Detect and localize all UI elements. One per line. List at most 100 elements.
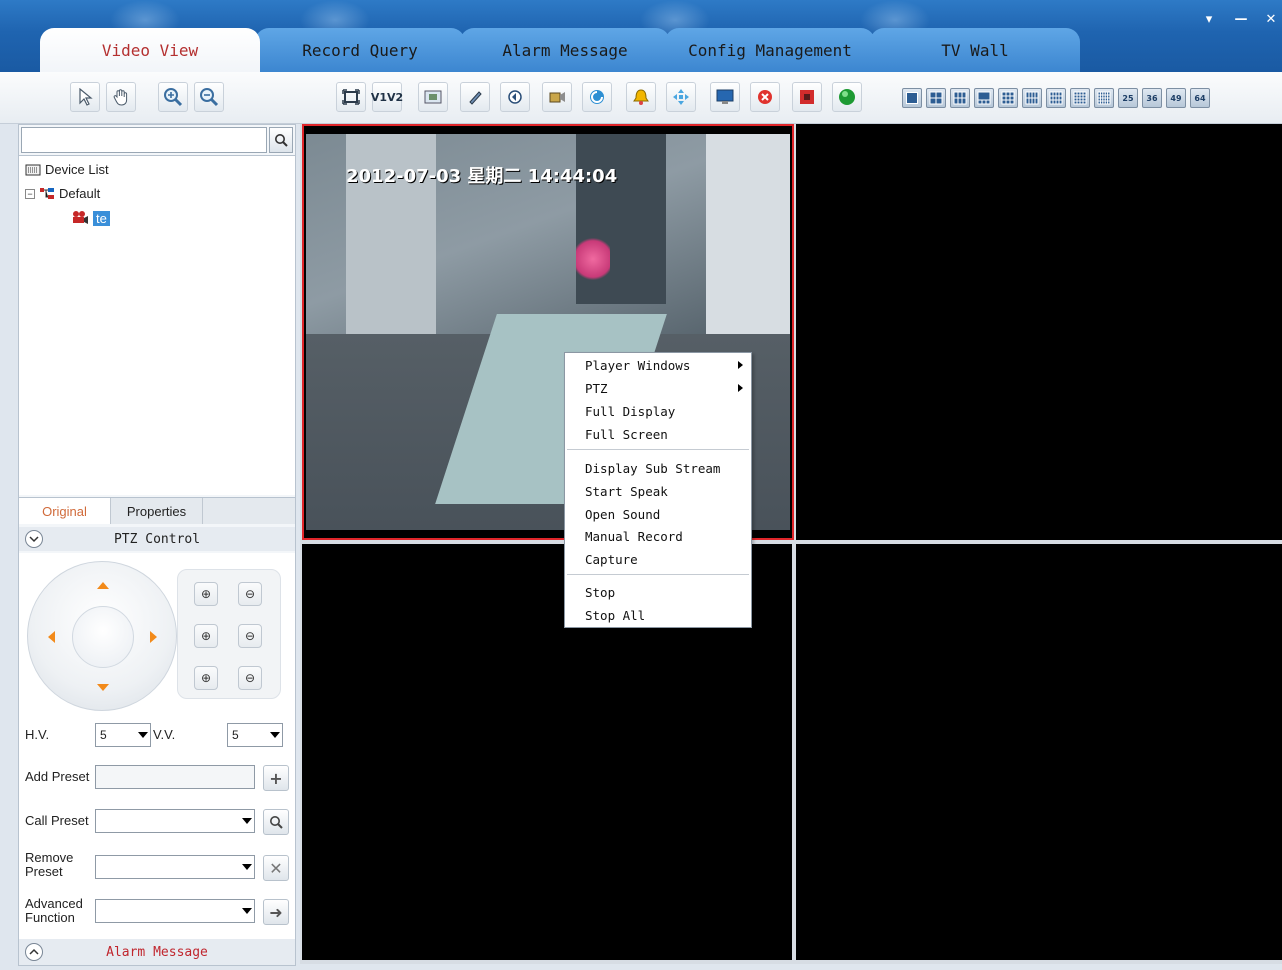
layout-4-icon[interactable] [926,88,946,108]
stop-all-icon[interactable] [792,82,822,112]
menu-item-full-display[interactable]: Full Display [585,401,675,421]
close-button[interactable]: ✕ [1260,8,1282,30]
menu-item-stop[interactable]: Stop [585,582,615,602]
remove-preset-label-line1: Remove [25,850,74,865]
v1v2-button[interactable]: V1V2 [371,82,403,112]
focus-plus-icon[interactable]: ⊕ [194,624,218,648]
zoom-out-icon[interactable] [194,82,224,112]
layout-20-icon[interactable] [1094,88,1114,108]
video-pane-4[interactable] [796,544,1282,960]
chevron-down-icon[interactable] [25,530,43,548]
focus-minus-icon[interactable]: ⊖ [238,624,262,648]
remove-preset-select[interactable] [95,855,255,879]
tab-video-view[interactable]: Video View [40,28,260,72]
menu-item-start-speak[interactable]: Start Speak [585,481,668,501]
menu-item-ptz[interactable]: PTZ [585,378,608,398]
layout-9-icon[interactable] [998,88,1018,108]
alarm-message-bar[interactable]: Alarm Message [19,939,295,965]
tab-record-query[interactable]: Record Query [255,28,465,72]
arrow-right-icon[interactable] [150,631,157,643]
chevron-up-icon[interactable] [25,943,43,961]
hv-select[interactable]: 5 [95,723,151,747]
hand-icon[interactable] [106,82,136,112]
pen-icon[interactable] [460,82,490,112]
fit-window-icon[interactable] [336,82,366,112]
tree-group-label: Default [59,186,101,201]
menu-item-full-screen[interactable]: Full Screen [585,424,668,444]
connect-status-icon[interactable] [832,82,862,112]
pointer-icon[interactable] [70,82,100,112]
record-icon[interactable] [542,82,572,112]
zoom-plus-icon[interactable]: ⊕ [194,582,218,606]
zoom-minus-icon[interactable]: ⊖ [238,582,262,606]
tab-config-management[interactable]: Config Management [665,28,875,72]
menu-dropdown-icon[interactable]: ▾ [1198,8,1220,30]
stop-icon[interactable] [750,82,780,112]
menu-item-capture[interactable]: Capture [585,549,638,569]
menu-item-player-windows[interactable]: Player Windows [585,355,690,375]
arrow-left-icon[interactable] [48,631,55,643]
layout-8-icon[interactable] [974,88,994,108]
layout-16-icon[interactable] [1070,88,1090,108]
zoom-in-icon[interactable] [158,82,188,112]
tree-device-te[interactable]: te [71,210,110,226]
layout-1-icon[interactable] [902,88,922,108]
layout-6-icon[interactable] [950,88,970,108]
ptz-control-header[interactable]: PTZ Control [19,527,295,551]
layout-25-label: 25 [1122,93,1134,103]
device-tree: Device List − Default te [19,155,295,495]
device-search-input[interactable] [21,127,267,153]
device-list-icon [25,164,41,175]
tab-alarm-message[interactable]: Alarm Message [460,28,670,72]
collapse-icon[interactable]: − [25,188,35,199]
ptz-direction-icon[interactable] [666,82,696,112]
ptz-joystick-center[interactable] [72,606,134,668]
layout-64-icon[interactable]: 64 [1190,88,1210,108]
snapshot-icon[interactable] [418,82,448,112]
layout-36-icon[interactable]: 36 [1142,88,1162,108]
refresh-icon[interactable] [582,82,612,112]
ptz-joystick[interactable] [27,561,177,711]
menu-item-display-sub-stream[interactable]: Display Sub Stream [585,458,720,478]
layout-49-icon[interactable]: 49 [1166,88,1186,108]
tree-root[interactable]: Device List [25,162,109,177]
tree-root-label: Device List [45,162,109,177]
arrow-right-icon[interactable]: ➜ [263,899,289,925]
vv-select[interactable]: 5 [227,723,283,747]
menu-item-manual-record[interactable]: Manual Record [585,526,683,546]
advanced-label-line1: Advanced [25,896,83,911]
tree-group-default[interactable]: − Default [25,186,100,201]
call-preset-select[interactable] [95,809,255,833]
advanced-function-select[interactable] [95,899,255,923]
tab-original[interactable]: Original [19,498,111,524]
arrow-up-icon[interactable] [97,582,109,589]
delete-icon[interactable]: ✕ [263,855,289,881]
monitor-icon[interactable] [710,82,740,112]
iris-plus-icon[interactable]: ⊕ [194,666,218,690]
video-pane-2[interactable] [796,124,1282,540]
toolbar: V1V2 25 36 49 64 [0,72,1282,124]
search-icon[interactable] [263,809,289,835]
tab-properties[interactable]: Properties [111,498,203,524]
add-icon[interactable]: + [263,765,289,791]
menu-item-open-sound[interactable]: Open Sound [585,504,660,524]
scene-flowers [576,234,610,284]
menu-item-stop-all[interactable]: Stop All [585,605,645,625]
alarm-bell-icon[interactable] [626,82,656,112]
layout-25-icon[interactable]: 25 [1118,88,1138,108]
audio-icon[interactable] [500,82,530,112]
ptz-control-title: PTZ Control [113,531,201,547]
layout-10-icon[interactable] [1022,88,1042,108]
menu-separator [567,449,749,450]
iris-minus-icon[interactable]: ⊖ [238,666,262,690]
minimize-button[interactable]: — [1230,8,1252,30]
chevron-down-icon [270,732,280,738]
hv-label: H.V. [25,727,50,742]
arrow-down-icon[interactable] [97,684,109,691]
hv-select-value: 5 [100,728,107,742]
add-preset-input[interactable] [95,765,255,789]
add-preset-label: Add Preset [25,769,90,784]
search-icon[interactable] [269,127,293,153]
layout-13-icon[interactable] [1046,88,1066,108]
tab-tv-wall[interactable]: TV Wall [870,28,1080,72]
